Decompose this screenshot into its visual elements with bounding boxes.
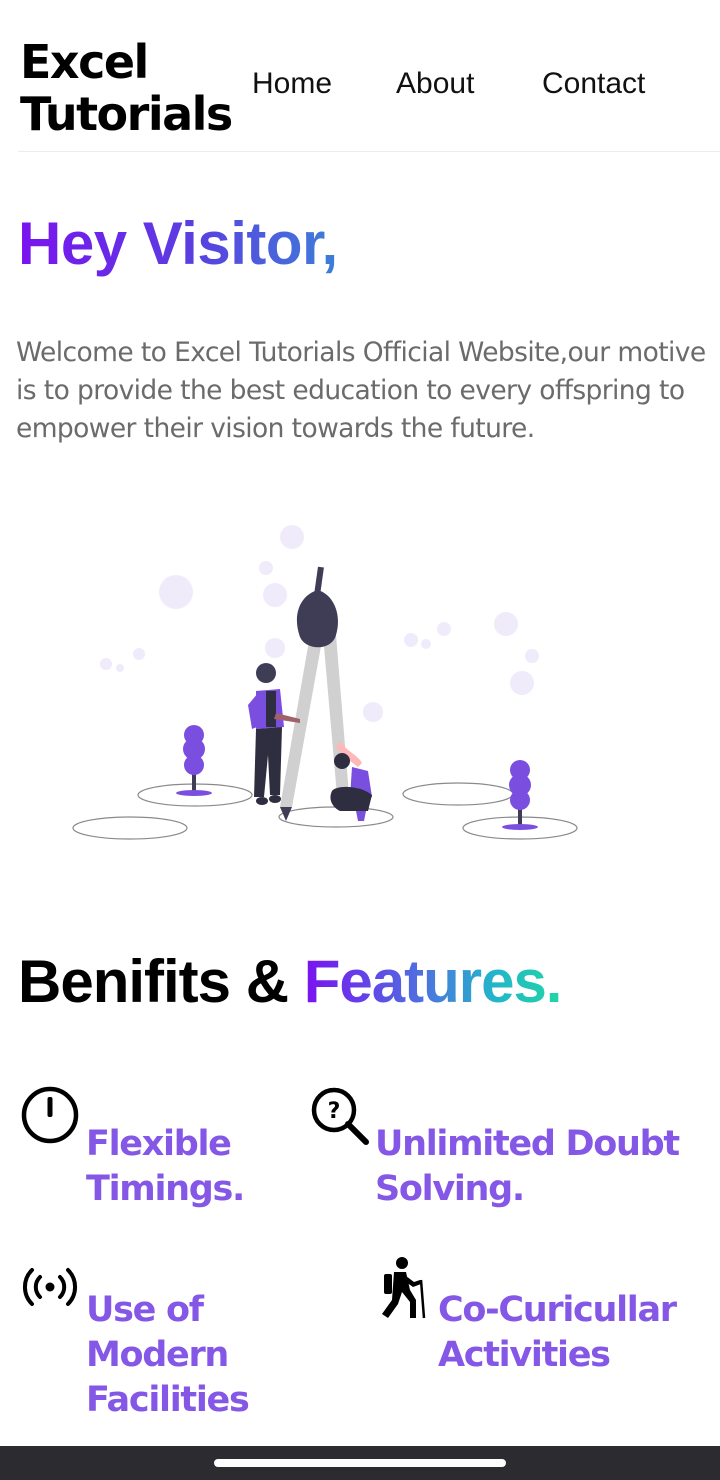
- hiking-person-icon: [382, 1257, 426, 1319]
- compass: [280, 566, 350, 821]
- svg-text:?: ?: [328, 1099, 341, 1124]
- site-header: Excel Tutorials Home About Contact: [0, 0, 720, 152]
- feature-label: Use of Modern Facilities: [86, 1290, 250, 1420]
- feature-label: Flexible Timings.: [86, 1124, 245, 1209]
- hero-description: Welcome to Excel Tutorials Official Webs…: [16, 337, 706, 444]
- nav-home-link[interactable]: Home: [252, 66, 332, 102]
- tree-right: [502, 760, 538, 830]
- features-section-title: Benifits & Features.: [18, 948, 562, 1015]
- hero-title: Hey Visitor,: [18, 210, 338, 277]
- brand-logo[interactable]: Excel Tutorials: [20, 35, 233, 141]
- feature-label: Unlimited Doubt Solving.: [375, 1124, 680, 1209]
- ground-ellipses: [72, 782, 578, 840]
- clock-icon: [21, 1086, 79, 1144]
- nav-contact-link[interactable]: Contact: [542, 66, 645, 102]
- brand-line-2: Tutorials: [20, 87, 233, 141]
- home-gesture-handle[interactable]: [214, 1459, 506, 1467]
- tree-left: [176, 725, 212, 796]
- nav-about-link[interactable]: About: [396, 66, 474, 102]
- header-divider: [18, 151, 720, 152]
- hero-illustration: [72, 525, 578, 840]
- feature-label: Co-Curicullar Activities: [438, 1290, 677, 1375]
- question-search-icon: ?: [311, 1087, 369, 1145]
- brand-line-1: Excel: [20, 35, 149, 89]
- broadcast-icon: [22, 1268, 78, 1306]
